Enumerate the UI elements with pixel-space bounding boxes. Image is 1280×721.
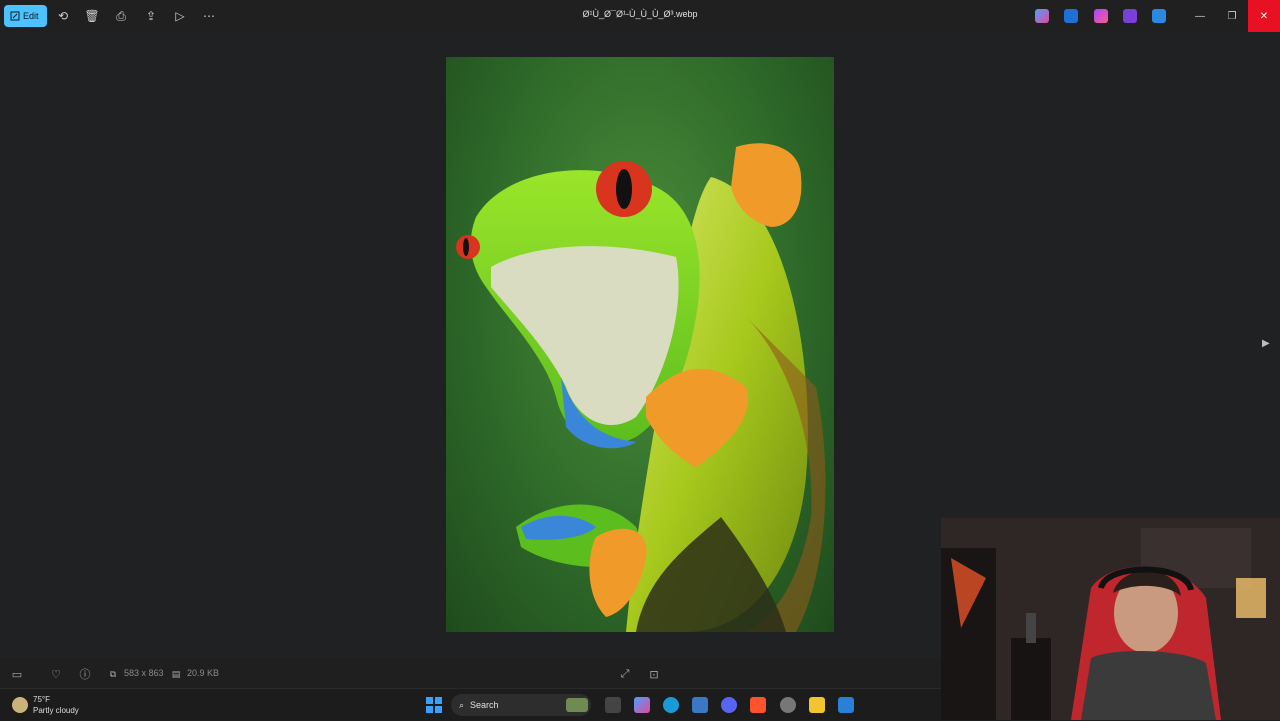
share-icon[interactable]: ⇪	[143, 8, 159, 24]
favorite-icon[interactable]: ♡	[49, 667, 63, 681]
restore-button[interactable]: ❐	[1216, 0, 1248, 32]
copilot-taskbar-icon[interactable]	[634, 697, 650, 713]
weather-icon[interactable]	[12, 697, 28, 713]
clipchamp-icon[interactable]	[1123, 9, 1137, 23]
windows-start-icon[interactable]	[426, 697, 442, 713]
photos-app-icon[interactable]	[838, 697, 854, 713]
onedrive-icon[interactable]	[1152, 9, 1166, 23]
search-highlight-icon	[566, 698, 588, 712]
file-size-icon: ▤	[171, 668, 181, 679]
webcam-person	[941, 518, 1280, 720]
print-icon[interactable]: ⎙	[113, 8, 129, 24]
file-explorer-icon[interactable]	[809, 697, 825, 713]
brave-icon[interactable]	[750, 697, 766, 713]
frog-photo	[446, 57, 834, 632]
dimensions-icon: ⧉	[109, 668, 117, 679]
fit-to-window-icon[interactable]: ⤢	[618, 667, 632, 681]
edit-icon	[10, 11, 20, 21]
settings-gear-icon[interactable]	[780, 697, 796, 713]
minimize-button[interactable]: —	[1184, 0, 1216, 32]
weather-description[interactable]: Partly cloudy	[33, 706, 79, 715]
window-title: Ø¹Ù_Ø¯Ø¹-Ù_Ù_Ù_Ø³.webp	[582, 9, 698, 19]
edit-label: Edit	[23, 11, 39, 21]
file-size: 20.9 KB	[187, 668, 220, 678]
edge-icon[interactable]	[663, 697, 679, 713]
image-dimensions: 583 x 863	[124, 668, 164, 678]
slideshow-icon[interactable]: ▷	[172, 8, 188, 24]
copilot-icon[interactable]	[1035, 9, 1049, 23]
info-icon[interactable]: ⓘ	[78, 667, 92, 681]
delete-icon[interactable]: 🗑	[84, 8, 100, 24]
designer-icon[interactable]	[1094, 9, 1108, 23]
task-view-icon[interactable]	[605, 697, 621, 713]
title-bar: Edit ⟲ 🗑 ⎙ ⇪ ▷ ⋯ Ø¹Ù_Ø¯Ø¹-Ù_Ù_Ù_Ø³.webp …	[0, 0, 1280, 32]
frog-illustration	[456, 143, 826, 632]
rotate-icon[interactable]: ⟲	[55, 8, 71, 24]
search-placeholder: Search	[470, 700, 499, 710]
search-icon: ⌕	[459, 699, 465, 710]
photo-editor-icon[interactable]	[1064, 9, 1078, 23]
store-icon[interactable]	[692, 697, 708, 713]
filmstrip-icon[interactable]: ▭	[10, 667, 24, 681]
close-button[interactable]: ✕	[1248, 0, 1280, 32]
edit-button[interactable]: Edit	[4, 5, 47, 27]
actual-size-icon[interactable]: ⊡	[647, 667, 661, 681]
weather-temperature[interactable]: 75°F	[33, 695, 50, 704]
next-image-arrow[interactable]: ▶	[1262, 338, 1274, 352]
discord-icon[interactable]	[721, 697, 737, 713]
more-icon[interactable]: ⋯	[201, 8, 217, 24]
webcam-overlay	[941, 518, 1280, 720]
